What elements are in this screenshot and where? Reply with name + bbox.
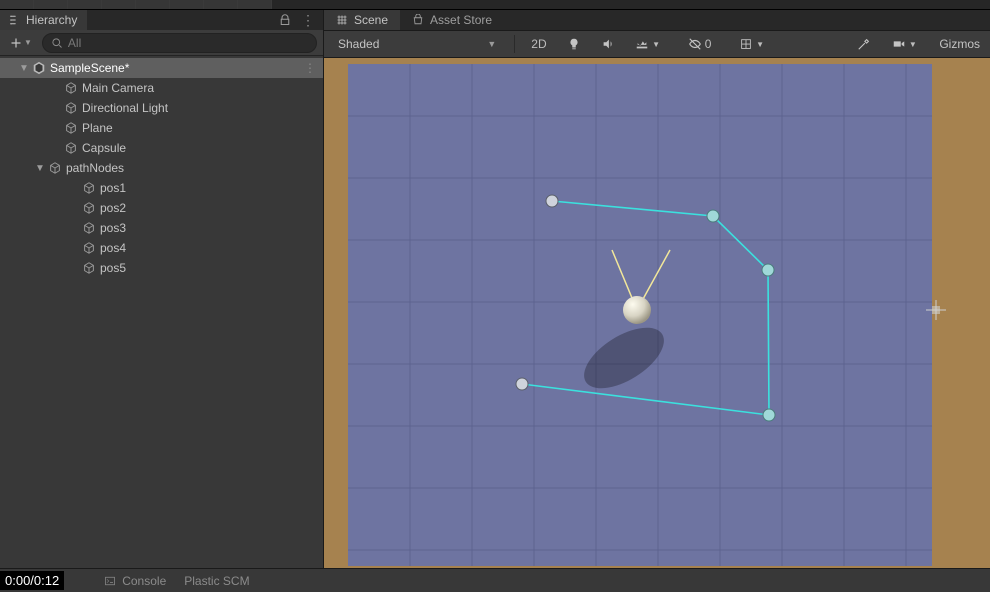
unity-logo-icon [32, 61, 46, 75]
lock-icon[interactable] [279, 14, 291, 26]
audio-toggle-button[interactable] [595, 34, 621, 54]
hierarchy-tab-bar: Hierarchy ⋮ [0, 10, 323, 30]
hierarchy-toolbar: ▼ [0, 30, 323, 56]
toggle-2d-button[interactable]: 2D [525, 34, 552, 54]
gameobject-icon [64, 81, 78, 95]
hierarchy-item-plane[interactable]: ▶ Plane [0, 118, 323, 138]
item-label: Plane [80, 121, 113, 135]
item-label: Capsule [80, 141, 126, 155]
chevron-down-icon: ▼ [487, 39, 496, 49]
hierarchy-item-pos5[interactable]: ▶ pos5 [0, 258, 323, 278]
grid-icon [739, 37, 753, 51]
item-label: pos2 [98, 201, 126, 215]
gameobject-icon [82, 241, 96, 255]
item-label: pos1 [98, 181, 126, 195]
tab-console[interactable]: Console [104, 574, 166, 588]
hierarchy-item-pos3[interactable]: ▶ pos3 [0, 218, 323, 238]
tab-label: Asset Store [430, 13, 492, 27]
tab-scene[interactable]: Scene [324, 10, 400, 30]
scene-panel: Scene Asset Store Shaded ▼ 2D [324, 10, 990, 568]
gameobject-icon [82, 201, 96, 215]
chevron-down-icon: ▼ [756, 40, 764, 49]
console-icon [104, 575, 116, 587]
asset-store-icon [412, 14, 424, 26]
eye-off-icon [688, 37, 702, 51]
gameobject-icon [82, 181, 96, 195]
gameobject-icon [48, 161, 62, 175]
search-input[interactable] [68, 36, 308, 50]
tab-label: Scene [354, 13, 388, 27]
effects-dropdown[interactable]: ▼ [629, 34, 667, 54]
item-label: pos3 [98, 221, 126, 235]
hierarchy-item-directional-light[interactable]: ▶ Directional Light [0, 98, 323, 118]
gizmos-label: Gizmos [939, 37, 980, 51]
bottom-bar: 0:00/0:12 Console Plastic SCM [0, 568, 990, 592]
hierarchy-icon [10, 14, 22, 26]
scene-icon [336, 14, 348, 26]
app-toolbar-strip [0, 0, 990, 10]
toggle-2d-label: 2D [531, 37, 546, 51]
shading-mode-label: Shaded [338, 37, 379, 51]
speaker-icon [601, 37, 615, 51]
hierarchy-item-pathnodes[interactable]: ▼ pathNodes [0, 158, 323, 178]
hierarchy-search[interactable] [42, 33, 317, 53]
scene-tab-bar: Scene Asset Store [324, 10, 990, 30]
lightbulb-icon [567, 37, 581, 51]
tab-plastic-scm[interactable]: Plastic SCM [184, 574, 249, 588]
item-label: Directional Light [80, 101, 168, 115]
chevron-down-icon: ▼ [24, 38, 32, 47]
tab-label: Plastic SCM [184, 574, 249, 588]
gizmos-dropdown[interactable]: Gizmos [931, 34, 984, 54]
lighting-toggle-button[interactable] [561, 34, 587, 54]
chevron-down-icon: ▼ [652, 40, 660, 49]
scene-toolbar: Shaded ▼ 2D ▼ 0 [324, 30, 990, 58]
item-label: pos5 [98, 261, 126, 275]
time-display: 0:00/0:12 [0, 571, 64, 590]
gameobject-icon [64, 101, 78, 115]
hierarchy-panel: Hierarchy ⋮ ▼ ▼ SampleScene* ⋮ [0, 10, 324, 568]
gameobject-icon [82, 261, 96, 275]
shading-mode-dropdown[interactable]: Shaded ▼ [330, 34, 504, 54]
gameobject-icon [82, 221, 96, 235]
expand-arrow-icon[interactable]: ▼ [18, 63, 30, 74]
chevron-down-icon: ▼ [909, 40, 917, 49]
visibility-count: 0 [705, 37, 712, 51]
gameobject-icon [64, 121, 78, 135]
tools-icon [857, 37, 871, 51]
tab-asset-store[interactable]: Asset Store [400, 10, 504, 30]
item-label: pathNodes [64, 161, 124, 175]
plus-icon [10, 37, 22, 49]
expand-arrow-icon[interactable]: ▼ [34, 163, 46, 174]
scene-name-label: SampleScene* [48, 61, 129, 75]
hierarchy-tab[interactable]: Hierarchy [0, 10, 87, 30]
hierarchy-item-pos2[interactable]: ▶ pos2 [0, 198, 323, 218]
scene-menu-icon[interactable]: ⋮ [304, 61, 317, 75]
effects-icon [635, 37, 649, 51]
scene-root-row[interactable]: ▼ SampleScene* ⋮ [0, 58, 323, 78]
visibility-dropdown[interactable]: 0 [675, 34, 725, 54]
hierarchy-item-capsule[interactable]: ▶ Capsule [0, 138, 323, 158]
hierarchy-item-pos4[interactable]: ▶ pos4 [0, 238, 323, 258]
tab-label: Console [122, 574, 166, 588]
tools-button[interactable] [851, 34, 877, 54]
panel-menu-icon[interactable]: ⋮ [301, 16, 315, 24]
scene-viewport[interactable] [324, 58, 990, 568]
hierarchy-tab-label: Hierarchy [26, 13, 77, 27]
hierarchy-item-pos1[interactable]: ▶ pos1 [0, 178, 323, 198]
hierarchy-item-main-camera[interactable]: ▶ Main Camera [0, 78, 323, 98]
camera-dropdown[interactable]: ▼ [885, 34, 923, 54]
camera-icon [892, 37, 906, 51]
grid-dropdown[interactable]: ▼ [733, 34, 771, 54]
hierarchy-tree: ▼ SampleScene* ⋮ ▶ Main Camera ▶ Directi… [0, 56, 323, 568]
scene-content [324, 58, 990, 568]
gameobject-icon [64, 141, 78, 155]
item-label: Main Camera [80, 81, 154, 95]
item-label: pos4 [98, 241, 126, 255]
search-icon [51, 37, 63, 49]
create-button[interactable]: ▼ [6, 35, 36, 51]
